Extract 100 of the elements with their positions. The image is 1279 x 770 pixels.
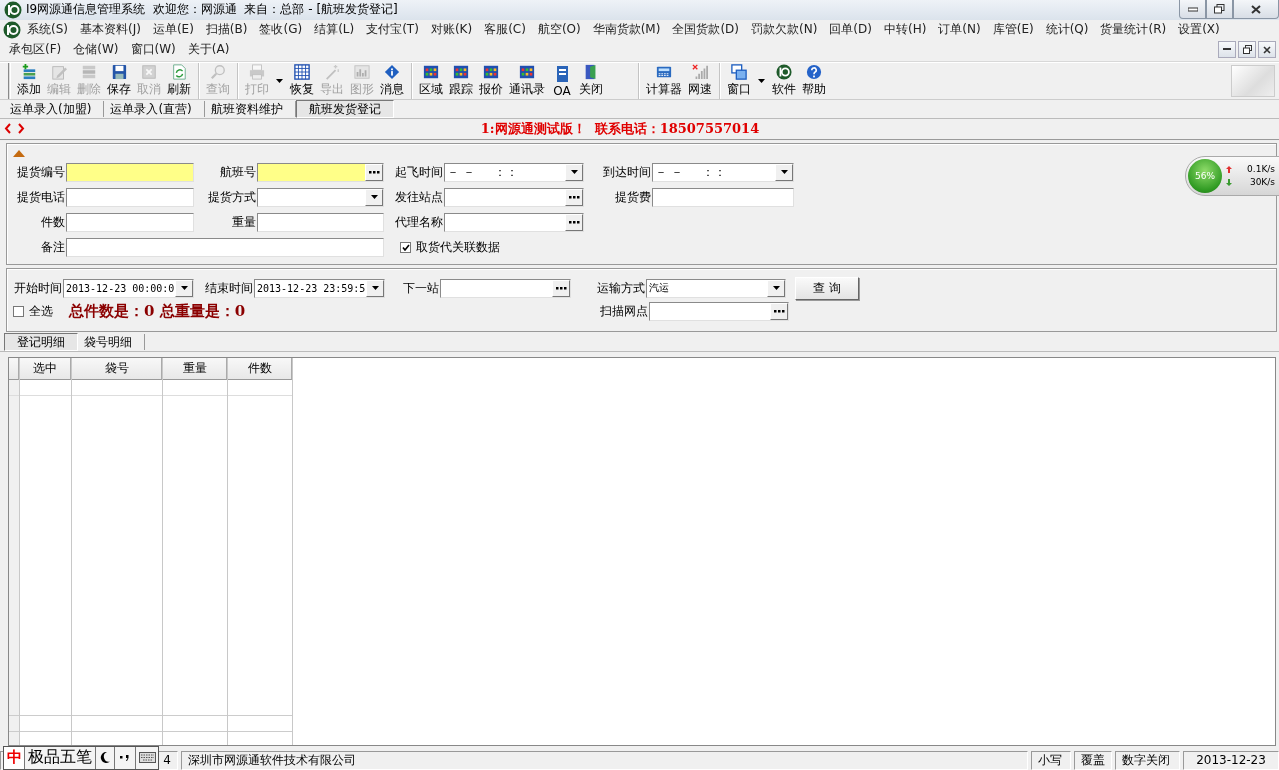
browse-button[interactable]	[552, 279, 570, 297]
input-field[interactable]	[66, 212, 194, 232]
lookup-field[interactable]	[444, 187, 584, 207]
combo-box[interactable]: － － ：：	[444, 162, 584, 182]
close-icon	[1263, 45, 1271, 54]
status-cell: 数字关闭	[1115, 751, 1180, 770]
checkbox[interactable]	[400, 241, 411, 253]
menu-item[interactable]: 运单(E)	[146, 21, 200, 39]
restore-button[interactable]	[1238, 41, 1256, 59]
field-label: 到达时间	[602, 163, 652, 181]
toolbar-button[interactable]: 计算器	[643, 63, 685, 98]
combo-box[interactable]: － － ：：	[652, 162, 794, 182]
menu-item[interactable]: 扫描(B)	[199, 21, 254, 39]
lookup-field[interactable]	[444, 212, 584, 232]
back-button[interactable]	[4, 123, 12, 135]
field-label: 备注	[40, 238, 66, 256]
menu-item[interactable]: 窗口(W)	[124, 41, 182, 59]
menu-item[interactable]: 航空(O)	[531, 21, 587, 39]
combo-box[interactable]: 2013-12-23 23:59:5	[254, 278, 385, 298]
input-field[interactable]	[66, 162, 194, 182]
browse-button[interactable]	[565, 213, 583, 231]
dropdown-button[interactable]	[775, 163, 793, 181]
toolbar-button[interactable]: 保存	[104, 63, 134, 98]
menu-item[interactable]: 回单(D)	[823, 21, 878, 39]
toolbar-button[interactable]: 帮助	[799, 63, 829, 98]
menu-item[interactable]: 仓储(W)	[67, 41, 125, 59]
printer-icon	[248, 63, 266, 80]
minimize-button[interactable]	[1218, 41, 1236, 59]
input-field[interactable]	[257, 212, 384, 232]
menu-item[interactable]: 基本资料(J)	[74, 21, 147, 39]
toolbar-button[interactable]: 通讯录	[506, 63, 548, 98]
query-button[interactable]: 查 询	[795, 276, 859, 300]
combo-box[interactable]: 2013-12-23 00:00:0	[63, 278, 194, 298]
menu-item[interactable]: 全国货款(D)	[666, 21, 745, 39]
browse-button[interactable]	[365, 163, 383, 181]
app-logo-icon	[4, 1, 22, 19]
input-field[interactable]	[66, 237, 384, 257]
toolbar-button[interactable]: 恢复	[287, 63, 317, 98]
tab[interactable]: 登记明细	[4, 332, 78, 351]
menu-item[interactable]: 中转(H)	[877, 21, 933, 39]
menu-item[interactable]: 货量统计(R)	[1094, 21, 1173, 39]
info-icon	[383, 63, 401, 80]
toolbar-button[interactable]: 消息	[377, 63, 407, 98]
forward-button[interactable]	[17, 123, 25, 135]
field-label: 航班号	[219, 163, 257, 181]
menu-item[interactable]: 库管(E)	[986, 21, 1040, 39]
tab[interactable]: 袋号明细	[78, 333, 145, 350]
menu-item[interactable]: 罚款欠款(N)	[745, 21, 824, 39]
toolbar-button[interactable]: OA	[548, 63, 576, 98]
menu-item[interactable]: 系统(S)	[21, 21, 74, 39]
toolbar-button[interactable]: 软件	[769, 63, 799, 98]
menu-item[interactable]: 对账(K)	[424, 21, 479, 39]
toolbar-button[interactable]: 跟踪	[446, 63, 476, 98]
toolbar-button[interactable]: 添加	[14, 63, 44, 98]
toolbar-button[interactable]: 报价	[476, 63, 506, 98]
color-grid-icon	[452, 63, 470, 80]
caret-icon	[369, 194, 379, 201]
dropdown-button[interactable]	[565, 163, 583, 181]
close-button[interactable]	[1258, 41, 1276, 59]
toolbar-button[interactable]: 网速	[685, 63, 715, 98]
dropdown-button[interactable]	[366, 279, 384, 297]
menu-item[interactable]: 承包区(F)	[3, 41, 68, 59]
lookup-field[interactable]	[440, 278, 571, 298]
tab[interactable]: 运单录入(加盟)	[4, 100, 105, 117]
combo-box[interactable]: 汽运	[646, 278, 786, 298]
menu-item[interactable]: 客服(C)	[478, 21, 532, 39]
browse-button[interactable]	[565, 188, 583, 206]
menu-item[interactable]: 结算(L)	[308, 21, 361, 39]
search-icon	[209, 63, 227, 80]
menu-item[interactable]: 设置(X)	[1172, 21, 1226, 39]
close-button[interactable]	[1233, 0, 1279, 20]
menu-item[interactable]: 订单(N)	[932, 21, 987, 39]
caret-icon	[179, 285, 189, 292]
checkbox[interactable]	[13, 305, 24, 317]
lookup-field[interactable]	[649, 301, 789, 321]
dropdown-button[interactable]	[365, 188, 383, 206]
dropdown-button[interactable]	[767, 279, 785, 297]
toolbar-button[interactable]: 刷新	[164, 63, 194, 98]
toolbar-button[interactable]: 关闭	[576, 63, 606, 98]
tab[interactable]: 运单录入(直营)	[104, 100, 205, 117]
input-field[interactable]	[66, 187, 194, 207]
color-grid-icon	[422, 63, 440, 80]
dropdown-button[interactable]	[175, 279, 193, 297]
input-field[interactable]	[652, 187, 794, 207]
menu-item[interactable]: 统计(Q)	[1039, 21, 1095, 39]
ime-name: 极品五笔	[25, 747, 96, 769]
menu-item[interactable]: 签收(G)	[253, 21, 309, 39]
field-label: 提货编号	[16, 163, 66, 181]
moon-icon	[100, 752, 110, 764]
browse-button[interactable]	[770, 302, 788, 320]
tab[interactable]: 航班资料维护	[204, 100, 296, 117]
menu-item[interactable]: 华南货款(M)	[586, 21, 667, 39]
menu-item[interactable]: 支付宝(T)	[360, 21, 425, 39]
maximize-button[interactable]	[1206, 0, 1233, 20]
checkmark-icon	[401, 243, 410, 251]
lookup-field[interactable]	[257, 162, 384, 182]
menu-item[interactable]: 关于(A)	[181, 41, 236, 59]
toolbar-button[interactable]: 窗口	[724, 63, 754, 98]
column-header: 件数	[228, 357, 292, 380]
toolbar-button[interactable]: 区域	[416, 63, 446, 98]
